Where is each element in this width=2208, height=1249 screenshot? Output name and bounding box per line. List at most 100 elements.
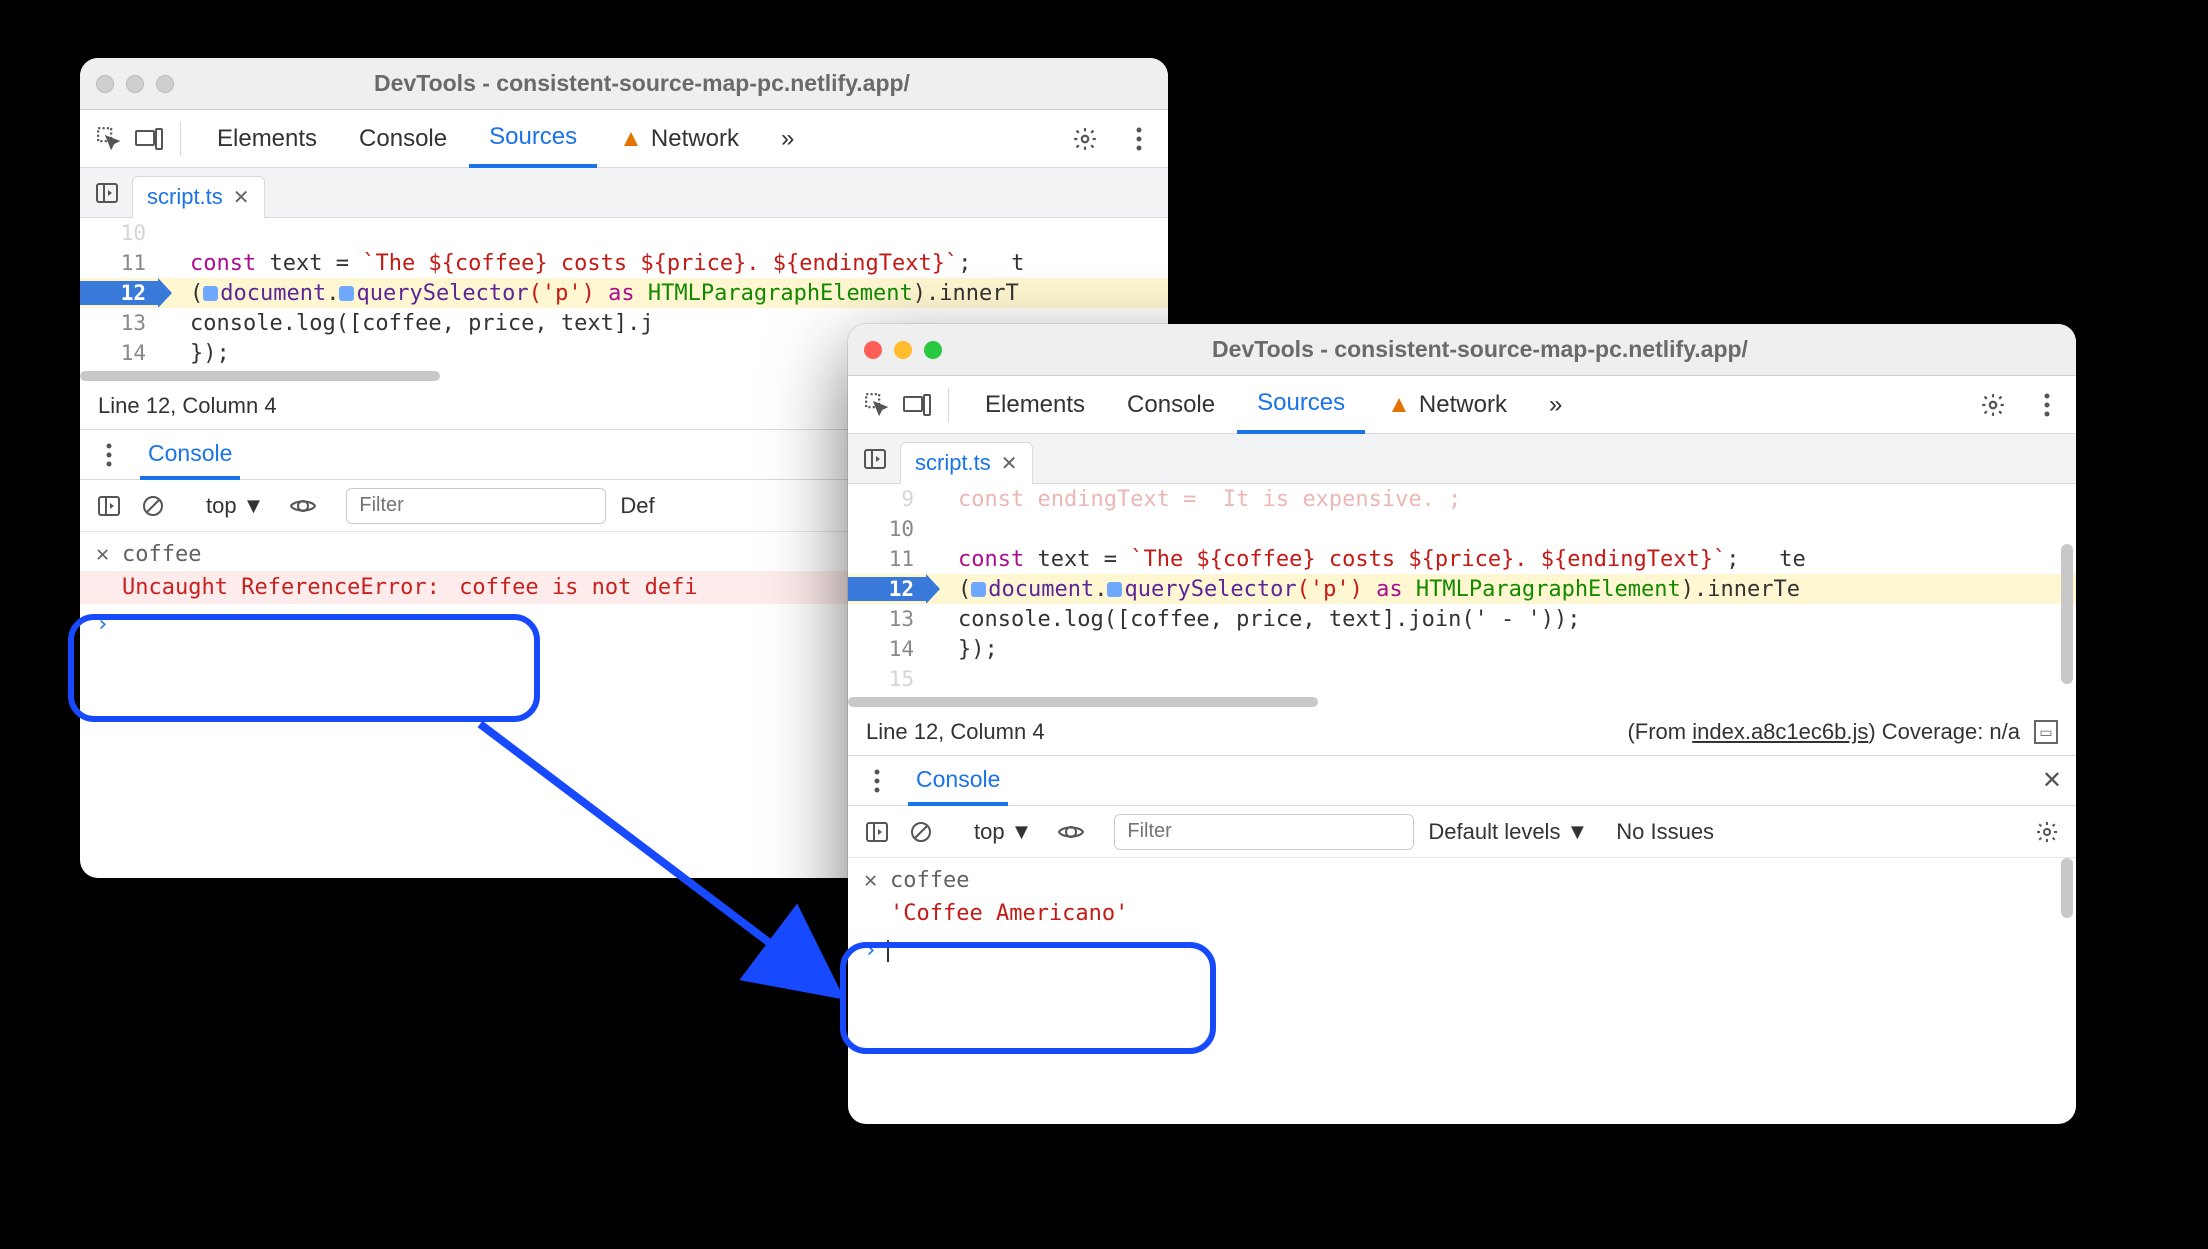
error-message-tail: coffee is not defi xyxy=(459,575,697,600)
cursor-position: Line 12, Column 4 xyxy=(98,393,277,419)
navigator-toggle-icon[interactable] xyxy=(92,178,122,208)
debugger-hint-icon[interactable] xyxy=(971,582,986,597)
line-number: 13 xyxy=(80,311,160,335)
code-line: (document.querySelector('p') as HTMLPara… xyxy=(928,577,2076,602)
traffic-lights xyxy=(864,341,942,359)
clear-console-icon[interactable] xyxy=(906,817,936,847)
console-input-text: coffee xyxy=(122,542,201,567)
issues-indicator[interactable]: No Issues xyxy=(1616,819,1714,845)
zoom-dot[interactable] xyxy=(156,75,174,93)
tab-network[interactable]: ▲Network xyxy=(1367,376,1527,433)
close-dot[interactable] xyxy=(96,75,114,93)
kebab-icon[interactable] xyxy=(1124,124,1154,154)
log-levels-selector[interactable]: Default levels ▼ xyxy=(1428,819,1588,845)
sidebar-toggle-icon[interactable] xyxy=(94,491,124,521)
console-result-row: 'Coffee Americano' xyxy=(848,897,2076,930)
line-number: 11 xyxy=(848,547,928,571)
cursor-position: Line 12, Column 4 xyxy=(866,719,1045,745)
file-name: script.ts xyxy=(147,184,223,210)
vertical-scrollbar[interactable] xyxy=(2061,484,2073,694)
horizontal-scrollbar[interactable] xyxy=(848,694,2076,710)
device-icon[interactable] xyxy=(134,124,164,154)
line-number-current: 12 xyxy=(80,281,160,305)
clear-console-icon[interactable] xyxy=(138,491,168,521)
context-selector[interactable]: top ▼ xyxy=(964,819,1042,845)
chevron-down-icon: ▼ xyxy=(1566,819,1588,845)
source-map-link[interactable]: index.a8c1ec6b.js xyxy=(1692,719,1868,744)
close-icon[interactable]: ✕ xyxy=(233,185,250,210)
device-icon[interactable] xyxy=(902,390,932,420)
sidebar-toggle-icon[interactable] xyxy=(862,817,892,847)
line-number: 14 xyxy=(848,637,928,661)
live-expression-icon[interactable] xyxy=(1056,817,1086,847)
minimize-dot[interactable] xyxy=(126,75,144,93)
minimize-dot[interactable] xyxy=(894,341,912,359)
console-toolbar: top ▼ Default levels ▼ No Issues xyxy=(848,806,2076,858)
line-number: 10 xyxy=(80,221,160,245)
debugger-hint-icon[interactable] xyxy=(339,286,354,301)
console-settings-icon[interactable] xyxy=(2032,817,2062,847)
tab-network-label: Network xyxy=(651,125,739,153)
line-number: 15 xyxy=(848,667,928,691)
window-title: DevTools - consistent-source-map-pc.netl… xyxy=(960,336,2060,363)
live-expression-icon[interactable] xyxy=(288,491,318,521)
chevron-down-icon: ▼ xyxy=(1011,819,1033,845)
line-number: 14 xyxy=(80,341,160,365)
kebab-icon[interactable] xyxy=(94,440,124,470)
file-tab-script[interactable]: script.ts ✕ xyxy=(900,442,1033,484)
inspect-icon[interactable] xyxy=(862,390,892,420)
file-name: script.ts xyxy=(915,450,991,476)
console-input-echo: ✕ coffee xyxy=(848,864,2076,897)
zoom-dot[interactable] xyxy=(924,341,942,359)
tab-elements[interactable]: Elements xyxy=(965,376,1105,433)
kebab-icon[interactable] xyxy=(862,766,892,796)
coverage-icon[interactable]: ▭ xyxy=(2034,720,2058,744)
context-selector[interactable]: top ▼ xyxy=(196,493,274,519)
code-line: const text = `The ${coffee} costs ${pric… xyxy=(160,251,1168,276)
source-map-from: (From index.a8c1ec6b.js) Coverage: n/a xyxy=(1627,719,2020,745)
code-line: (document.querySelector('p') as HTMLPara… xyxy=(160,281,1168,306)
vertical-scrollbar[interactable] xyxy=(2061,858,2073,968)
file-tab-strip: script.ts ✕ xyxy=(848,434,2076,484)
debugger-hint-icon[interactable] xyxy=(203,286,218,301)
settings-icon[interactable] xyxy=(1978,390,2008,420)
console-filter-input[interactable] xyxy=(346,488,606,524)
close-dot[interactable] xyxy=(864,341,882,359)
close-drawer-icon[interactable]: ✕ xyxy=(2042,766,2062,795)
close-icon[interactable]: ✕ xyxy=(1001,451,1018,476)
devtools-toolbar: Elements Console Sources ▲Network » xyxy=(80,110,1168,168)
file-tab-strip: script.ts ✕ xyxy=(80,168,1168,218)
drawer-tab-console[interactable]: Console xyxy=(908,757,1008,806)
tab-sources[interactable]: Sources xyxy=(1237,376,1365,434)
file-tab-script[interactable]: script.ts ✕ xyxy=(132,176,265,218)
tab-more[interactable]: » xyxy=(1529,376,1582,433)
console-prompt[interactable]: › xyxy=(848,930,2076,971)
close-icon[interactable]: ✕ xyxy=(864,868,890,893)
tab-sources[interactable]: Sources xyxy=(469,110,597,168)
code-line: const text = `The ${coffee} costs ${pric… xyxy=(928,547,2076,572)
error-message: Uncaught ReferenceError: xyxy=(122,575,440,600)
debugger-hint-icon[interactable] xyxy=(1107,582,1122,597)
console-output: ✕ coffee 'Coffee Americano' › xyxy=(848,858,2076,983)
tab-more[interactable]: » xyxy=(761,110,814,167)
settings-icon[interactable] xyxy=(1070,124,1100,154)
inspect-icon[interactable] xyxy=(94,124,124,154)
code-line: }); xyxy=(928,637,2076,662)
tab-network[interactable]: ▲Network xyxy=(599,110,759,167)
titlebar: DevTools - consistent-source-map-pc.netl… xyxy=(848,324,2076,376)
kebab-icon[interactable] xyxy=(2032,390,2062,420)
drawer-tab-console[interactable]: Console xyxy=(140,431,240,480)
console-filter-input[interactable] xyxy=(1114,814,1414,850)
titlebar: DevTools - consistent-source-map-pc.netl… xyxy=(80,58,1168,110)
log-levels-selector[interactable]: Def xyxy=(620,493,654,519)
tab-console[interactable]: Console xyxy=(1107,376,1235,433)
code-editor[interactable]: 9 const endingText = It is expensive. ; … xyxy=(848,484,2076,708)
close-icon[interactable]: ✕ xyxy=(96,542,122,567)
tab-console[interactable]: Console xyxy=(339,110,467,167)
chevron-right-icon: › xyxy=(96,612,109,637)
line-number-current: 12 xyxy=(848,577,928,601)
navigator-toggle-icon[interactable] xyxy=(860,444,890,474)
line-number: 13 xyxy=(848,607,928,631)
tab-elements[interactable]: Elements xyxy=(197,110,337,167)
code-line: console.log([coffee, price, text].join('… xyxy=(928,607,2076,632)
